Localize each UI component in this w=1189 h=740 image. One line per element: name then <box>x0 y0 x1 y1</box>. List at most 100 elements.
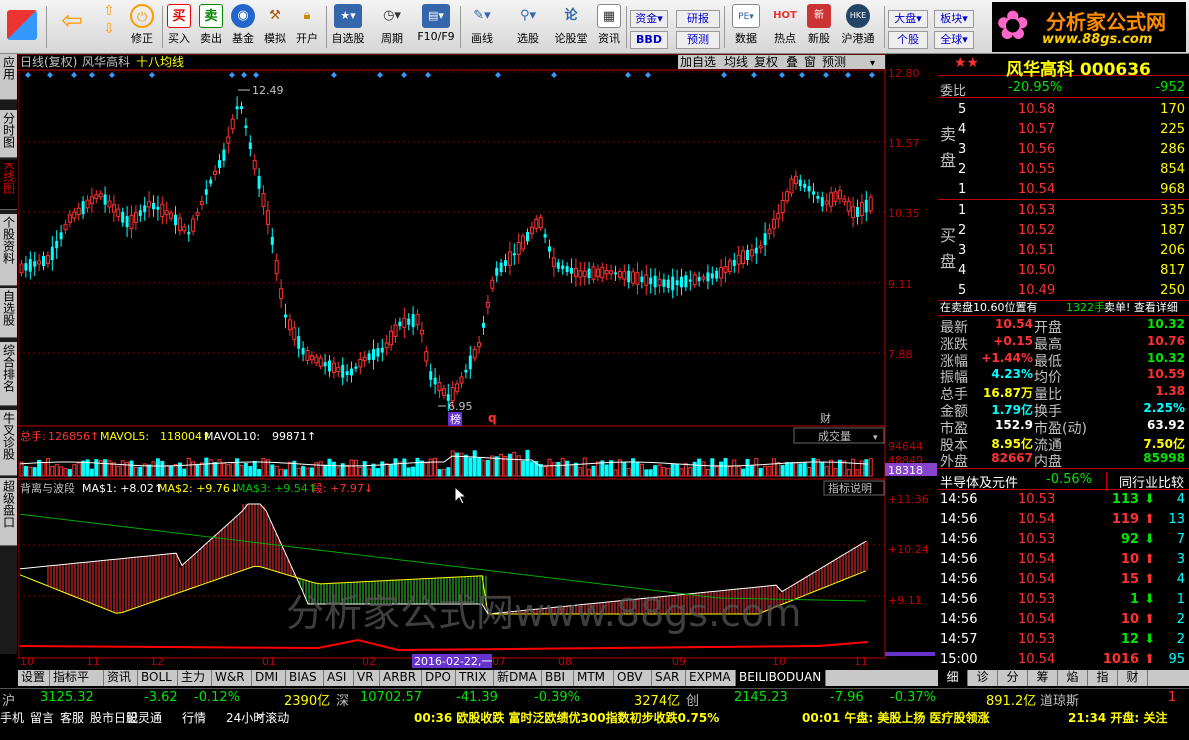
buy-level-row[interactable]: 2 10.52 187 <box>938 221 1189 241</box>
quote-tab[interactable]: 焰 <box>1058 670 1088 686</box>
forum-button[interactable]: 论 论股堂 <box>550 4 592 52</box>
tab-kline[interactable]: K线图 <box>0 160 17 210</box>
bottom-link[interactable]: 股灵通 <box>126 709 162 726</box>
indicator-tab[interactable]: BIAS <box>286 670 324 686</box>
quote-tab[interactable]: 财 <box>1118 670 1148 686</box>
buy-level-row[interactable]: 4 10.50 817 <box>938 261 1189 281</box>
tab-rankings[interactable]: 综合排名 <box>0 342 17 406</box>
bottom-link[interactable]: » <box>256 709 263 723</box>
ma-button[interactable]: 均线 <box>724 55 748 69</box>
add-watch-button[interactable]: 加自选 <box>680 55 716 69</box>
tick-volume: 12 <box>1120 632 1139 647</box>
indicator-tab[interactable]: DPO <box>422 670 456 686</box>
overlay-button[interactable]: 叠 <box>786 55 798 69</box>
sell-button[interactable]: 卖 卖出 <box>196 4 226 52</box>
volume-bar <box>551 462 556 477</box>
new-stock-button[interactable]: 新 新股 <box>804 4 834 52</box>
period-button[interactable]: ◷▾ 周期 <box>372 4 412 52</box>
buy-button[interactable]: 买 买入 <box>164 4 194 52</box>
simulate-button[interactable]: ⚒ 模拟 <box>260 4 290 52</box>
indicator-tab[interactable]: 指标平台 <box>50 670 104 699</box>
sell-level-row[interactable]: 3 10.56 286 <box>938 140 1189 160</box>
bottom-link[interactable]: 行情 <box>182 709 206 726</box>
indicator-tab[interactable]: SAR <box>652 670 686 686</box>
tab-stock-profile[interactable]: 个股资料 <box>0 214 17 286</box>
indicator-tab[interactable]: 新DMA <box>494 670 542 686</box>
indicator-tab[interactable]: W&R <box>212 670 252 686</box>
hk-connect-button[interactable]: HKE 沪港通 <box>836 4 880 52</box>
hotspot-button[interactable]: HOT 热点 <box>768 4 802 52</box>
sector-button[interactable]: 板块▾ <box>934 10 974 28</box>
draw-line-button[interactable]: ✎▾ 画线 <box>462 4 502 52</box>
f10-button[interactable]: ▤▾ F10/F9 <box>414 4 458 52</box>
sell-level-row[interactable]: 2 10.55 854 <box>938 160 1189 180</box>
quote-tab[interactable]: 细 <box>938 670 968 686</box>
bottom-link[interactable]: 手机 <box>0 709 24 726</box>
news-ticker-3[interactable]: 21:34 开盘: 关注 <box>1068 709 1167 726</box>
candle-body <box>107 200 112 208</box>
research-button[interactable]: 研报 <box>676 10 720 28</box>
news-ticker-1[interactable]: 00:36 欧股收跌 富时泛欧绩优300指数初步收跌0.75% <box>414 709 719 726</box>
indicator-tab[interactable]: MTM <box>574 670 614 686</box>
indicator-tab[interactable]: ASI <box>324 670 354 686</box>
quote-tab[interactable]: 诊 <box>968 670 998 686</box>
indicator-tab[interactable]: ARBR <box>380 670 422 686</box>
indicator-tab[interactable]: 资讯 <box>104 670 138 686</box>
big-order-notice[interactable]: 在卖盘10.60位置有 1322手 卖单! 查看详细 <box>938 298 1189 316</box>
bbd-button[interactable]: BBD <box>630 31 668 49</box>
buy-level-row[interactable]: 3 10.51 206 <box>938 241 1189 261</box>
bottom-link[interactable]: 客服 <box>60 709 84 726</box>
fund-button[interactable]: ◉ 基金 <box>228 4 258 52</box>
sell-level-row[interactable]: 5 10.58 170 <box>938 100 1189 120</box>
tab-watchlist[interactable]: 自选股 <box>0 288 17 338</box>
watchlist-button[interactable]: ★▾ 自选股 <box>328 4 368 52</box>
single-stock-button[interactable]: 个股 <box>888 31 928 49</box>
window-button[interactable]: 窗 <box>804 55 816 69</box>
down-arrow-icon: ⬇ <box>1144 532 1155 547</box>
candle-body <box>842 198 847 203</box>
back-button[interactable]: ⇦ <box>54 4 90 52</box>
candle-body <box>380 347 384 353</box>
indicator-tab[interactable]: EXPMA <box>686 670 736 686</box>
hk-connect-icon: HKE <box>846 4 870 28</box>
app-menu-button[interactable] <box>2 4 42 52</box>
indicator-tab[interactable]: BBI <box>542 670 574 686</box>
market-button[interactable]: 大盘▾ <box>888 10 928 28</box>
kline-chart-area[interactable]: 日线(复权) 风华高科 十八均线 加自选 均线 复权 叠 窗 预测 ▾ 12.4… <box>17 53 938 668</box>
tab-super-board[interactable]: 超级盘口 <box>0 478 17 546</box>
fix-button[interactable]: ⏻ 修正 <box>126 4 158 52</box>
forecast-chart-button[interactable]: 预测 <box>822 55 846 69</box>
indicator-tab[interactable]: TRIX <box>456 670 494 686</box>
tab-intraday[interactable]: 分时图 <box>0 110 17 158</box>
indicator-tab[interactable]: 主力 <box>178 670 212 686</box>
quote-tab[interactable]: 筹 <box>1028 670 1058 686</box>
quote-tab[interactable]: 分 <box>998 670 1028 686</box>
news-ticker-2[interactable]: 00:01 午盘: 美股上扬 医疗股领涨 <box>802 709 990 726</box>
capital-button[interactable]: 资金▾ <box>630 10 668 28</box>
tab-apps[interactable]: 应用 <box>0 54 17 100</box>
news-button[interactable]: ▦ 资讯 <box>594 4 624 52</box>
up-down-button[interactable]: ⇧ ⇩ <box>96 4 122 52</box>
stock-picker-button[interactable]: ⚲▾ 选股 <box>508 4 548 52</box>
indicator-tab[interactable]: DMI <box>252 670 286 686</box>
tab-diagnosis[interactable]: 牛叉诊股 <box>0 410 17 476</box>
sell-level-row[interactable]: 1 10.54 968 <box>938 180 1189 200</box>
indicator-tab[interactable]: 设置 <box>18 670 50 686</box>
sector-row[interactable]: 半导体及元件 -0.56% 同行业比较 <box>938 470 1189 491</box>
quote-tab[interactable]: 指 <box>1088 670 1118 686</box>
indicator-tab[interactable]: BEILIBODUAN <box>736 670 826 686</box>
open-account-button[interactable]: 🔒︎ 开户 <box>292 4 322 52</box>
cursor-axis-marker <box>885 652 935 656</box>
indicator-tab[interactable]: VR <box>354 670 380 686</box>
bottom-link[interactable]: 留言 <box>30 709 54 726</box>
indicator-tab[interactable]: BOLL <box>138 670 178 686</box>
sell-level-row[interactable]: 4 10.57 225 <box>938 120 1189 140</box>
adjust-button[interactable]: 复权 <box>754 55 778 69</box>
data-button[interactable]: PE▾ 数据 <box>728 4 764 52</box>
global-button[interactable]: 全球▾ <box>934 31 974 49</box>
buy-level-row[interactable]: 1 10.53 335 <box>938 201 1189 221</box>
indicator-tab[interactable]: OBV <box>614 670 652 686</box>
compare-button[interactable]: 同行业比较 <box>1106 472 1184 491</box>
forecast-button[interactable]: 预测 <box>676 31 720 49</box>
chart-menu-arrow-icon[interactable]: ▾ <box>870 58 875 69</box>
